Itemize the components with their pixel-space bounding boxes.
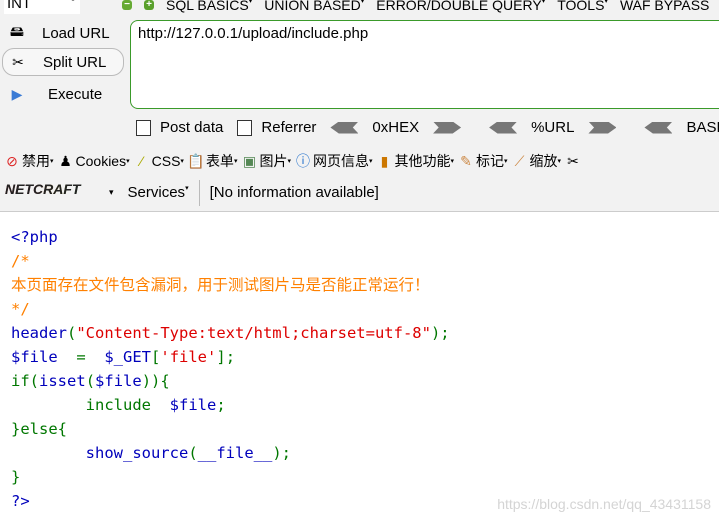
url-input[interactable]: http://127.0.0.1/upload/include.php <box>130 20 719 109</box>
referrer-checkbox[interactable] <box>237 119 253 136</box>
code-comment: 本页面存在文件包含漏洞，用于测试图片马是否能正常运行！ <box>11 276 430 294</box>
code-string: 'file' <box>160 348 217 366</box>
code-line: <?php <box>11 228 58 246</box>
menu-label: 禁用 <box>22 153 50 169</box>
css-menu[interactable]: ⁄ CSS ▾ <box>133 152 183 170</box>
url-decode-arrow-icon[interactable] <box>489 121 518 134</box>
hackbar-panel: INT ﹀ − + SQL BASICS▾ UNION BASED▾ ERROR/… <box>0 0 719 148</box>
code-token: __file__ <box>197 444 273 462</box>
code-token: show_source <box>85 444 189 462</box>
menu-label: 表单 <box>205 153 234 169</box>
type-select[interactable]: INT ﹀ <box>4 0 80 14</box>
menu-label: 图片 <box>259 153 288 169</box>
execute-button[interactable]: ▶ Execute <box>2 80 124 108</box>
plus-icon[interactable]: + <box>144 0 154 10</box>
disable-menu[interactable]: ⊘ 禁用 ▾ <box>3 151 53 171</box>
load-url-button[interactable]: 🖴 Load URL <box>2 19 124 47</box>
menu-label: TOOLS <box>557 0 605 13</box>
prohibited-icon: ⊘ <box>6 153 18 169</box>
netcraft-logo[interactable]: NETCRAFT <box>5 181 97 205</box>
menu-waf-bypass[interactable]: WAF BYPASS <box>620 0 709 13</box>
info-icon: ⓘ <box>295 153 310 169</box>
pencil-icon: ✎ <box>460 153 472 169</box>
page-info-menu[interactable]: ⓘ 网页信息 ▾ <box>294 151 373 171</box>
url-label: %URL <box>531 119 575 136</box>
base64-label: BASE64 <box>686 119 719 136</box>
play-icon: ▶ <box>11 85 23 102</box>
services-label: Services <box>127 184 186 201</box>
images-menu[interactable]: ▣ 图片 ▾ <box>240 151 291 171</box>
type-select-value: INT <box>7 0 32 12</box>
base64-decode-arrow-icon[interactable] <box>644 121 673 134</box>
url-encode-arrow-icon[interactable] <box>588 121 617 134</box>
menu-union-based[interactable]: UNION BASED▾ <box>264 0 364 13</box>
scissors-icon: ✂ <box>12 53 24 70</box>
ruler-icon: ⟋ <box>514 153 525 169</box>
code-token: header <box>11 324 67 342</box>
watermark: https://blog.csdn.net/qq_43431158 <box>497 496 711 512</box>
menu-label: UNION BASED <box>264 0 361 13</box>
picture-icon: ▣ <box>242 153 257 169</box>
resize-menu[interactable]: ⟋ 缩放 ▾ <box>511 151 561 171</box>
code-keyword: else <box>20 420 58 438</box>
site-info-text: [No information available] <box>209 184 379 201</box>
menu-label: Cookies <box>75 153 127 169</box>
misc-menu[interactable]: ▮ 其他功能 ▾ <box>375 151 454 171</box>
php-source: <?php /* 本页面存在文件包含漏洞，用于测试图片马是否能正常运行！ */ … <box>11 228 450 510</box>
code-token: isset <box>39 372 86 390</box>
outline-menu[interactable]: ✎ 标记 ▾ <box>457 151 507 171</box>
menu-label: 缩放 <box>529 153 558 169</box>
post-data-label: Post data <box>160 119 224 136</box>
book-icon: ▮ <box>380 153 389 169</box>
wand-icon: ⁄ <box>140 153 143 169</box>
menu-error-double-query[interactable]: ERROR/DOUBLE QUERY▾ <box>376 0 545 13</box>
load-url-label: Load URL <box>42 24 110 42</box>
chevron-down-icon[interactable]: ▾ <box>109 187 114 198</box>
hex-encode-arrow-icon[interactable] <box>433 121 462 134</box>
menu-label: 网页信息 <box>312 153 369 169</box>
divider <box>198 179 200 206</box>
minus-icon[interactable]: − <box>122 0 132 10</box>
web-developer-toolbar: ⊘ 禁用 ▾ ♟ Cookies ▾ ⁄ CSS ▾ 📋 表单 ▾ ▣ 图片 ▾ ⓘ 网页信息 ▾ ▮ 其… <box>0 148 719 174</box>
execute-label: Execute <box>48 85 103 103</box>
post-data-checkbox[interactable] <box>136 119 151 136</box>
tools-icon[interactable]: ✂ <box>564 152 582 170</box>
referrer-label: Referrer <box>261 119 317 136</box>
code-comment: /* <box>11 252 30 270</box>
menu-sql-basics[interactable]: SQL BASICS▾ <box>166 0 252 13</box>
menu-label: CSS <box>151 153 181 169</box>
chevron-down-icon: ﹀ <box>68 0 78 9</box>
forms-menu[interactable]: 📋 表单 ▾ <box>187 151 237 171</box>
code-keyword: if <box>11 372 30 390</box>
netcraft-toolbar: NETCRAFT ▾ Services▾ [No information ava… <box>0 174 719 212</box>
hackbar-options: Post data Referrer 0xHEX %URL BASE64 <box>136 119 719 136</box>
menu-label: 标记 <box>476 153 504 169</box>
hex-label: 0xHEX <box>372 119 420 136</box>
load-icon: 🖴 <box>9 23 25 39</box>
code-token: $file <box>11 348 58 366</box>
code-token: $file <box>169 396 217 414</box>
menu-tools[interactable]: TOOLS▾ <box>557 0 608 13</box>
hex-decode-arrow-icon[interactable] <box>330 121 359 134</box>
menu-label: SQL BASICS <box>166 0 249 13</box>
code-keyword: include <box>85 396 151 414</box>
menu-label: ERROR/DOUBLE QUERY <box>376 0 542 13</box>
split-url-label: Split URL <box>43 53 107 71</box>
hackbar-menu: − + SQL BASICS▾ UNION BASED▾ ERROR/DOUBL… <box>122 0 709 13</box>
cookies-menu[interactable]: ♟ Cookies ▾ <box>57 152 129 170</box>
code-line: ?> <box>11 492 30 510</box>
person-icon: ♟ <box>59 153 72 169</box>
code-comment: */ <box>11 300 30 318</box>
clipboard-icon: 📋 <box>187 153 205 169</box>
code-string: "Content-Type:text/html;charset=utf-8" <box>76 324 431 342</box>
split-url-button[interactable]: ✂ Split URL <box>2 48 124 76</box>
code-token: $_GET <box>104 348 152 366</box>
menu-label: 其他功能 <box>394 153 451 169</box>
code-token: $file <box>95 372 142 390</box>
services-menu[interactable]: Services▾ <box>128 184 189 201</box>
